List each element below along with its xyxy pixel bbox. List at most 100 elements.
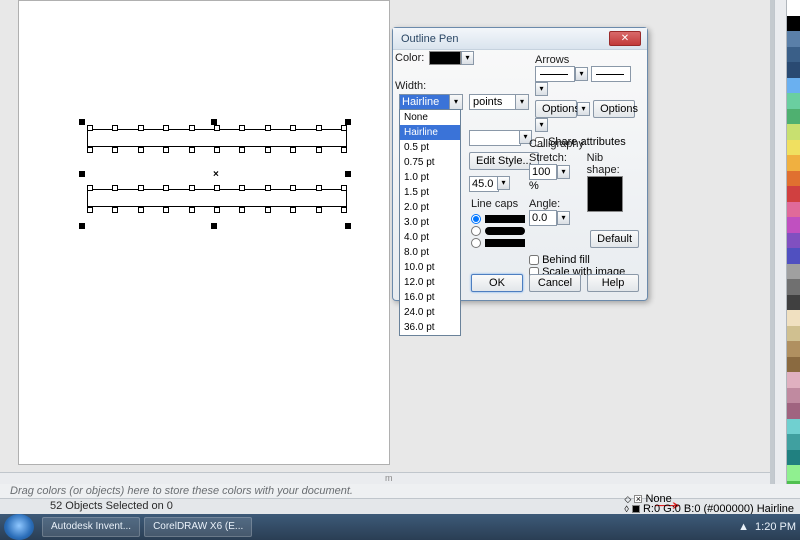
clock[interactable]: 1:20 PM [755, 521, 796, 533]
palette-swatch[interactable] [787, 31, 800, 47]
width-option[interactable]: 4.0 pt [400, 230, 460, 245]
taskbar[interactable]: Autodesk Invent... CorelDRAW X6 (E... ▲ … [0, 514, 800, 540]
width-option[interactable]: 0.75 pt [400, 155, 460, 170]
palette-swatch[interactable] [787, 47, 800, 63]
horizontal-scrollbar[interactable]: m [0, 472, 770, 484]
palette-swatch[interactable] [787, 295, 800, 311]
taskbar-item[interactable]: CorelDRAW X6 (E... [144, 517, 252, 537]
arrow-start-dropdown[interactable]: ▾ [575, 67, 588, 81]
selection-handle[interactable] [211, 223, 217, 229]
arrow-end-dropdown[interactable]: ▾ [535, 82, 548, 96]
width-option[interactable]: 2.0 pt [400, 200, 460, 215]
width-option[interactable]: 24.0 pt [400, 305, 460, 320]
palette-swatch[interactable] [787, 16, 800, 32]
linecap-radio[interactable] [471, 238, 481, 248]
selection-handle[interactable] [345, 171, 351, 177]
palette-swatch[interactable] [787, 124, 800, 140]
chevron-down-icon[interactable]: ▾ [577, 102, 590, 116]
width-option[interactable]: 10.0 pt [400, 260, 460, 275]
palette-swatch[interactable] [787, 140, 800, 156]
linecap-radio[interactable] [471, 226, 481, 236]
palette-swatch[interactable] [787, 434, 800, 450]
unit-combo[interactable]: points [469, 94, 517, 110]
palette-swatch[interactable] [787, 264, 800, 280]
color-swatch[interactable] [429, 51, 461, 65]
width-option[interactable]: 0.5 pt [400, 140, 460, 155]
selection-handle[interactable] [345, 119, 351, 125]
help-button[interactable]: Help [587, 274, 639, 292]
outline-indicator[interactable] [632, 505, 640, 513]
width-option[interactable]: 16.0 pt [400, 290, 460, 305]
linecap-option[interactable] [471, 238, 525, 248]
color-palette[interactable] [786, 0, 800, 496]
miter-spinner[interactable]: ▾ [497, 176, 510, 190]
linecap-option[interactable] [471, 226, 525, 236]
palette-swatch[interactable] [787, 217, 800, 233]
width-dropdown-button[interactable]: ▾ [449, 94, 463, 110]
page[interactable]: × [18, 0, 390, 465]
width-option[interactable]: None [400, 110, 460, 125]
width-combo[interactable]: Hairline [399, 94, 451, 110]
selection-handle[interactable] [79, 171, 85, 177]
selection-handle[interactable] [211, 119, 217, 125]
width-option[interactable]: 12.0 pt [400, 275, 460, 290]
ok-button[interactable]: OK [471, 274, 523, 292]
default-button[interactable]: Default [590, 230, 639, 248]
angle-field[interactable]: 0.0 [529, 210, 557, 226]
miter-field[interactable]: 45.0 [469, 176, 499, 192]
stretch-spinner[interactable]: ▾ [557, 165, 570, 179]
close-button[interactable]: ✕ [609, 31, 641, 46]
style-combo[interactable] [469, 130, 521, 146]
options-button-right[interactable]: Options [593, 100, 635, 118]
width-option[interactable]: 1.5 pt [400, 185, 460, 200]
palette-swatch[interactable] [787, 279, 800, 295]
unit-dropdown-button[interactable]: ▾ [515, 94, 529, 110]
system-tray[interactable]: ▲ 1:20 PM [738, 514, 796, 540]
palette-swatch[interactable] [787, 419, 800, 435]
palette-swatch[interactable] [787, 465, 800, 481]
cancel-button[interactable]: Cancel [529, 274, 581, 292]
width-option[interactable]: Hairline [400, 125, 460, 140]
linecap-radio[interactable] [471, 214, 481, 224]
palette-swatch[interactable] [787, 357, 800, 373]
fill-indicator[interactable] [634, 495, 642, 503]
palette-swatch[interactable] [787, 248, 800, 264]
selection-handle[interactable] [79, 119, 85, 125]
start-button[interactable] [4, 514, 34, 540]
options-button-left[interactable]: Options [535, 100, 577, 118]
selection-handle[interactable] [345, 223, 351, 229]
arrow-start-combo[interactable] [535, 66, 575, 82]
palette-swatch[interactable] [787, 403, 800, 419]
palette-swatch[interactable] [787, 186, 800, 202]
arrow-end-combo[interactable] [591, 66, 631, 82]
palette-swatch[interactable] [787, 171, 800, 187]
palette-swatch[interactable] [787, 93, 800, 109]
palette-swatch[interactable] [787, 202, 800, 218]
linecap-option[interactable] [471, 214, 525, 224]
palette-swatch[interactable] [787, 0, 800, 16]
selection-handle[interactable] [79, 223, 85, 229]
angle-spinner[interactable]: ▾ [557, 211, 570, 225]
palette-swatch[interactable] [787, 388, 800, 404]
palette-swatch[interactable] [787, 450, 800, 466]
palette-swatch[interactable] [787, 78, 800, 94]
palette-swatch[interactable] [787, 62, 800, 78]
width-option[interactable]: 1.0 pt [400, 170, 460, 185]
palette-swatch[interactable] [787, 233, 800, 249]
width-option[interactable]: 36.0 pt [400, 320, 460, 335]
palette-swatch[interactable] [787, 341, 800, 357]
palette-swatch[interactable] [787, 310, 800, 326]
behind-fill-checkbox[interactable] [529, 255, 539, 265]
vertical-scrollbar[interactable] [774, 0, 786, 484]
taskbar-item[interactable]: Autodesk Invent... [42, 517, 140, 537]
color-dropdown-button[interactable]: ▾ [461, 51, 474, 65]
nib-shape-preview[interactable] [587, 176, 623, 212]
palette-swatch[interactable] [787, 372, 800, 388]
width-option[interactable]: 8.0 pt [400, 245, 460, 260]
palette-swatch[interactable] [787, 326, 800, 342]
chevron-down-icon[interactable]: ▾ [535, 118, 548, 132]
tray-icon[interactable]: ▲ [738, 521, 749, 533]
dialog-titlebar[interactable]: Outline Pen ✕ [393, 28, 647, 50]
stretch-field[interactable]: 100 [529, 164, 557, 180]
palette-swatch[interactable] [787, 109, 800, 125]
